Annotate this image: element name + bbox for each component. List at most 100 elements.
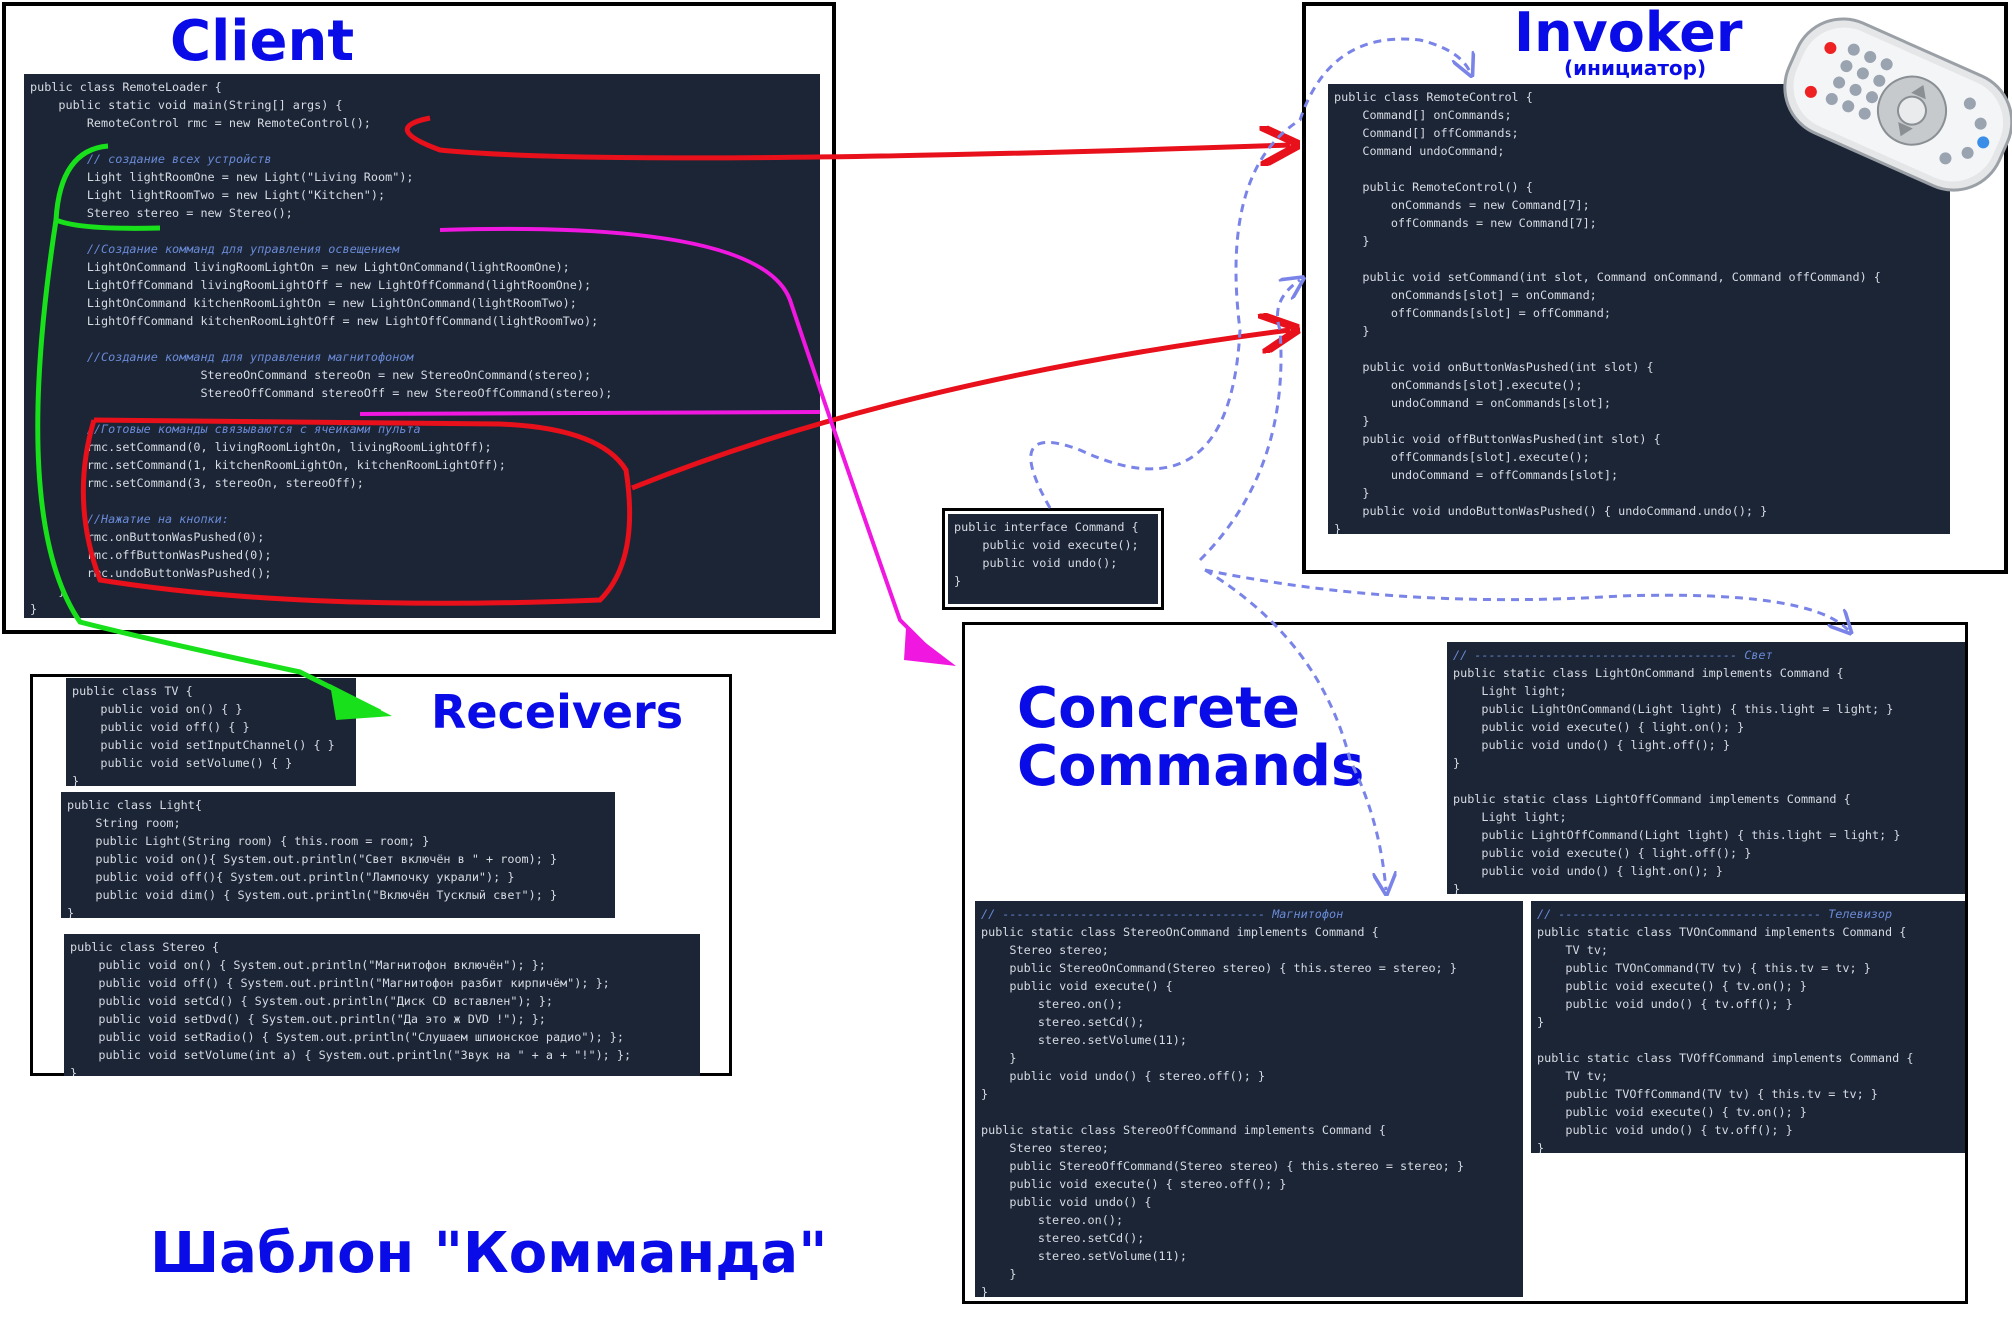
code-line: } [30, 602, 38, 616]
stereo-code-block: public class Stereo { public void on() {… [64, 934, 700, 1076]
code-line: public class TV { [72, 684, 193, 698]
client-code-block: public class RemoteLoader { public stati… [24, 74, 820, 618]
code-line: public void undo() { light.off(); } [1453, 738, 1730, 752]
code-line: rmc.undoButtonWasPushed(); [30, 566, 272, 580]
code-line: //Создание комманд для управления освеще… [30, 242, 400, 256]
code-line: rmc.onButtonWasPushed(0); [30, 530, 265, 544]
code-line: public void setVolume(int a) { System.ou… [70, 1048, 632, 1062]
code-line: //Создание комманд для управления магнит… [30, 350, 414, 364]
invoker-panel: Invoker (инициатор) public class RemoteC… [1302, 2, 2008, 574]
concrete-commands-title-line1: Concrete [1017, 676, 1300, 741]
stereo-commands-code-block: // -------------------------------------… [975, 901, 1523, 1297]
code-line: LightOnCommand kitchenRoomLightOn = new … [30, 296, 577, 310]
code-line: public void undo() { light.on(); } [1453, 864, 1723, 878]
invoker-subtitle: (инициатор) [1564, 56, 1707, 80]
light-code-block: public class Light{ String room; public … [61, 792, 615, 918]
code-line: stereo.setVolume(11); [981, 1033, 1187, 1047]
code-line: public class Light{ [67, 798, 202, 812]
code-line: } [70, 1066, 78, 1076]
code-line: TV tv; [1537, 1069, 1609, 1083]
code-line: public void setRadio() { System.out.prin… [70, 1030, 624, 1044]
code-line: } [981, 1051, 1017, 1065]
code-line: public LightOnCommand(Light light) { thi… [1453, 702, 1894, 716]
code-line: Light lightRoomTwo = new Light("Kitchen"… [30, 188, 386, 202]
concrete-commands-panel: Concrete Commands // -------------------… [962, 622, 1968, 1304]
code-line: undoCommand = onCommands[slot]; [1334, 396, 1611, 410]
tv-code-block: public class TV { public void on() { } p… [66, 678, 356, 786]
code-line: offCommands = new Command[7]; [1334, 216, 1597, 230]
code-line: onCommands[slot] = onCommand; [1334, 288, 1597, 302]
code-line: rmc.setCommand(1, kitchenRoomLightOn, ki… [30, 458, 506, 472]
code-line: public void offButtonWasPushed(int slot)… [1334, 432, 1661, 446]
code-line: public void setInputChannel() { } [72, 738, 335, 752]
code-line: public void execute() { [981, 979, 1173, 993]
code-line: // -------------------------------------… [1453, 648, 1773, 662]
code-line: public void undo() { stereo.off(); } [981, 1069, 1266, 1083]
code-line: } [67, 906, 75, 918]
code-line: public StereoOnCommand(Stereo stereo) { … [981, 961, 1457, 975]
code-line: public TVOffCommand(TV tv) { this.tv = t… [1537, 1087, 1878, 1101]
code-line: public void execute() { tv.on(); } [1537, 1105, 1807, 1119]
code-line: Light light; [1453, 810, 1567, 824]
code-line: public void execute() { tv.on(); } [1537, 979, 1807, 993]
code-line: public void execute(); [954, 538, 1139, 552]
code-line: public static class StereoOffCommand imp… [981, 1123, 1386, 1137]
client-panel: Client public class RemoteLoader { publi… [2, 2, 836, 634]
code-line: public LightOffCommand(Light light) { th… [1453, 828, 1901, 842]
code-line: Stereo stereo; [981, 1141, 1109, 1155]
code-line: // -------------------------------------… [1537, 907, 1893, 921]
blue-dashed-interface-to-tv [1198, 280, 1300, 562]
code-line: offCommands[slot] = offCommand; [1334, 306, 1611, 320]
code-line: } [30, 584, 66, 598]
code-line: public void execute() { light.off(); } [1453, 846, 1752, 860]
code-line: } [1334, 324, 1370, 338]
code-line: public static class TVOffCommand impleme… [1537, 1051, 1914, 1065]
code-line: Command undoCommand; [1334, 144, 1505, 158]
code-line: StereoOffCommand stereoOff = new StereoO… [30, 386, 613, 400]
code-line: public static class LightOnCommand imple… [1453, 666, 1844, 680]
code-line: public void dim() { System.out.println("… [67, 888, 558, 902]
code-line: //Готовые команды связываются с ячейками… [30, 422, 421, 436]
code-line: String room; [67, 816, 181, 830]
code-line: Stereo stereo; [981, 943, 1109, 957]
code-line: public void onButtonWasPushed(int slot) … [1334, 360, 1654, 374]
code-line: public void execute() { stereo.off(); } [981, 1177, 1287, 1191]
code-line: public static class TVOnCommand implemen… [1537, 925, 1907, 939]
code-line: } [1537, 1015, 1545, 1029]
code-line: Light light; [1453, 684, 1567, 698]
code-line: rmc.setCommand(3, stereoOn, stereoOff); [30, 476, 364, 490]
receivers-panel: Receivers public class TV { public void … [30, 674, 732, 1076]
code-line: public void execute() { light.on(); } [1453, 720, 1745, 734]
code-line: stereo.setCd(); [981, 1015, 1145, 1029]
code-line: public void undoButtonWasPushed() { undo… [1334, 504, 1768, 518]
pattern-title: Шаблон "Комманда" [150, 1221, 828, 1286]
code-line: public RemoteControl() { [1334, 180, 1533, 194]
code-line: public class Stereo { [70, 940, 220, 954]
code-line: rmc.setCommand(0, livingRoomLightOn, liv… [30, 440, 492, 454]
command-interface-panel: public interface Command { public void e… [942, 508, 1164, 610]
code-line: stereo.setCd(); [981, 1231, 1145, 1245]
code-line: public interface Command { [954, 520, 1139, 534]
code-line: public class RemoteLoader { [30, 80, 222, 94]
magenta-arrow-head [904, 628, 956, 666]
code-line: Stereo stereo = new Stereo(); [30, 206, 293, 220]
code-line: Command[] offCommands; [1334, 126, 1519, 140]
code-line: } [1334, 486, 1370, 500]
code-line: public void on() { } [72, 702, 243, 716]
code-line: // -------------------------------------… [981, 907, 1344, 921]
code-line: public void on(){ System.out.println("Св… [67, 852, 558, 866]
code-line: public StereoOffCommand(Stereo stereo) {… [981, 1159, 1464, 1173]
code-line: public void undo() { tv.off(); } [1537, 997, 1793, 1011]
code-line: public void undo() { tv.off(); } [1537, 1123, 1793, 1137]
code-line: public void undo(); [954, 556, 1118, 570]
code-line: } [981, 1087, 989, 1101]
code-line: //Нажатие на кнопки: [30, 512, 229, 526]
